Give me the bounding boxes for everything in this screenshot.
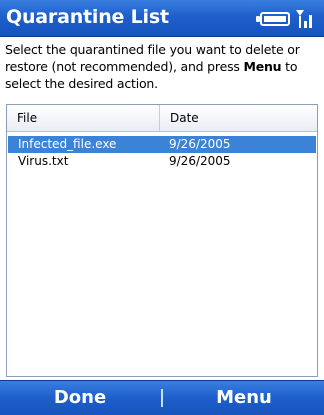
status-icons — [256, 7, 316, 29]
title-bar: Quarantine List — [0, 0, 324, 37]
file-date: 9/26/2005 — [169, 137, 231, 151]
softkey-bar: Done Menu — [0, 380, 324, 415]
signal-icon — [296, 10, 312, 28]
list-header: File Date — [7, 105, 317, 132]
instructions-menu-bold: Menu — [243, 59, 282, 74]
list-row-virus-txt[interactable]: Virus.txt 9/26/2005 — [8, 153, 316, 170]
file-name: Virus.txt — [18, 154, 69, 168]
quarantine-list[interactable]: File Date Infected_file.exe 9/26/2005 Vi… — [6, 104, 318, 377]
column-header-file[interactable]: File — [7, 105, 160, 131]
file-name: Infected_file.exe — [18, 137, 117, 151]
menu-softkey[interactable]: Menu — [164, 381, 324, 415]
file-date: 9/26/2005 — [169, 154, 231, 168]
column-header-date[interactable]: Date — [160, 105, 317, 131]
softkey-divider — [161, 389, 163, 407]
battery-icon — [256, 12, 290, 26]
list-row-infected-file[interactable]: Infected_file.exe 9/26/2005 — [8, 136, 316, 153]
instructions-text: Select the quarantined file you want to … — [5, 41, 317, 92]
page-title: Quarantine List — [6, 6, 169, 28]
done-softkey[interactable]: Done — [0, 381, 160, 415]
